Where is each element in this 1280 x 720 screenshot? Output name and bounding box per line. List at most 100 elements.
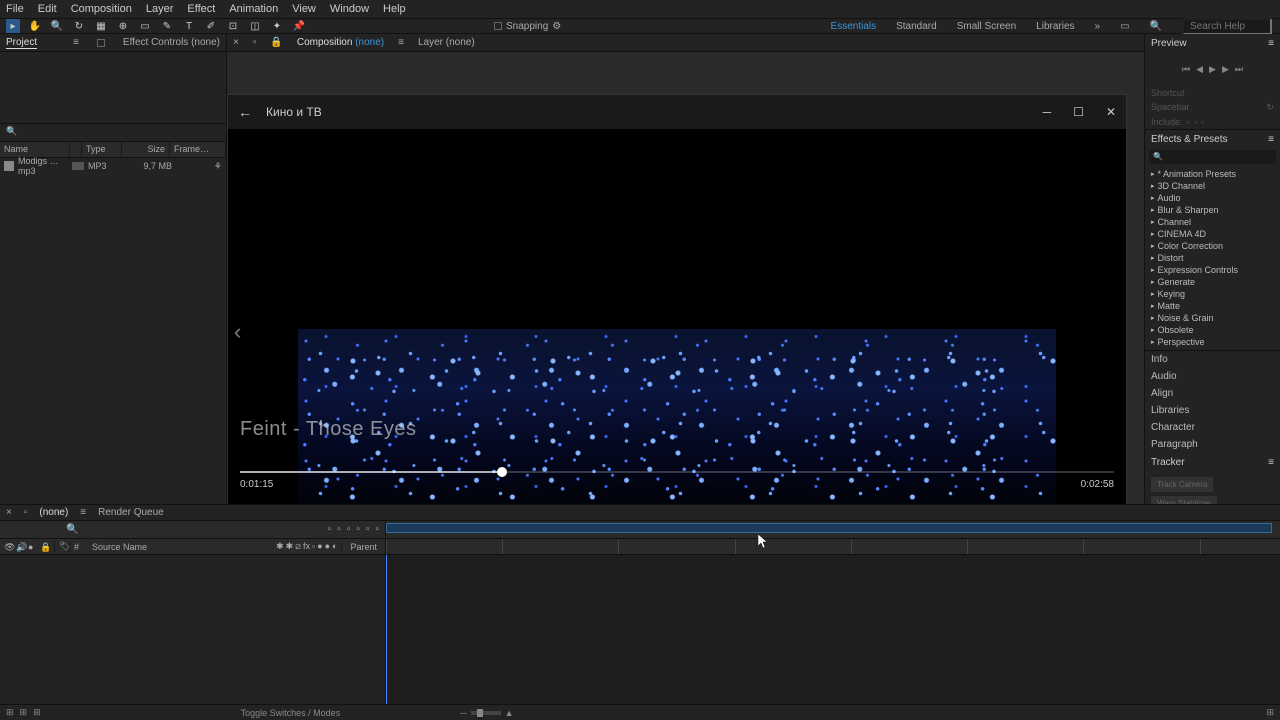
tracker-panel-menu-icon[interactable]: ≡ — [1268, 457, 1274, 468]
preview-panel-title[interactable]: Preview — [1151, 38, 1187, 49]
tl-opt5-icon[interactable]: ▫ — [366, 524, 370, 535]
snapping-options-icon[interactable]: ⚙ — [552, 21, 561, 32]
col-name[interactable]: Name — [0, 142, 70, 157]
menu-animation[interactable]: Animation — [229, 3, 278, 15]
category-audio[interactable]: Audio — [1145, 192, 1280, 204]
next-frame-icon[interactable]: ▶ — [1222, 64, 1229, 75]
menu-help[interactable]: Help — [383, 3, 406, 15]
category-perspective[interactable]: Perspective — [1145, 336, 1280, 348]
category-blur-sharpen[interactable]: Blur & Sharpen — [1145, 204, 1280, 216]
pen-tool-icon[interactable]: ✎ — [160, 19, 174, 33]
category-animation-presets[interactable]: * Animation Presets — [1145, 168, 1280, 180]
clone-tool-icon[interactable]: ⊡ — [226, 19, 240, 33]
tl-opt6-icon[interactable]: ▫ — [375, 524, 379, 535]
category-noise-grain[interactable]: Noise & Grain — [1145, 312, 1280, 324]
reset-icon[interactable]: ↻ — [1266, 102, 1274, 113]
footer-right-icon[interactable]: ⊞ — [1266, 707, 1274, 718]
rotate-tool-icon[interactable]: ↻ — [72, 19, 86, 33]
switch2-icon[interactable]: ✱ — [286, 541, 294, 552]
menu-layer[interactable]: Layer — [146, 3, 174, 15]
category-obsolete[interactable]: Obsolete — [1145, 324, 1280, 336]
timeline-layer-list[interactable] — [0, 555, 386, 704]
puppet-tool-icon[interactable]: 📌 — [292, 19, 306, 33]
previous-track-arrow[interactable]: ‹ — [234, 319, 241, 345]
preview-panel-menu-icon[interactable]: ≡ — [1268, 38, 1274, 49]
progress-bar[interactable] — [240, 471, 1114, 473]
menu-window[interactable]: Window — [330, 3, 369, 15]
timeline-none-tab[interactable]: (none) — [39, 507, 68, 518]
effects-panel-menu-icon[interactable]: ≡ — [1268, 134, 1274, 145]
selection-tool-icon[interactable]: ▸ — [6, 19, 20, 33]
character-panel-tab[interactable]: Character — [1145, 419, 1280, 436]
timeline-navigator[interactable] — [386, 523, 1272, 533]
tl-opt4-icon[interactable]: ▫ — [356, 524, 360, 535]
text-tool-icon[interactable]: T — [182, 19, 196, 33]
zoom-in-icon[interactable]: ▲ — [505, 708, 514, 718]
minimize-button[interactable]: ─ — [1043, 105, 1052, 119]
snapping-checkbox-icon[interactable] — [494, 22, 502, 30]
first-frame-icon[interactable]: ⏮ — [1182, 64, 1190, 75]
col-label-icon[interactable] — [70, 142, 82, 157]
audio-panel-tab[interactable]: Audio — [1145, 368, 1280, 385]
brush-tool-icon[interactable]: ✐ — [204, 19, 218, 33]
audio-column-icon[interactable]: 🔊 — [16, 542, 26, 552]
shape-tool-icon[interactable]: ▭ — [138, 19, 152, 33]
category-generate[interactable]: Generate — [1145, 276, 1280, 288]
switch1-icon[interactable]: ✱ — [276, 541, 284, 552]
include-opt3-icon[interactable]: ▫ — [1201, 117, 1204, 127]
search-help-input[interactable] — [1182, 18, 1272, 35]
pan-behind-tool-icon[interactable]: ⊕ — [116, 19, 130, 33]
info-panel-tab[interactable]: Info — [1145, 351, 1280, 368]
footer-icon2[interactable]: ⊞ — [20, 707, 28, 718]
effects-search[interactable]: 🔍 — [1149, 150, 1276, 164]
player-titlebar[interactable]: ← Кино и ТВ ─ ☐ ✕ — [228, 95, 1126, 129]
project-file-row[interactable]: Modigs …mp3 MP3 9,7 MB ⚘ — [0, 158, 226, 174]
prev-frame-icon[interactable]: ◀ — [1196, 64, 1203, 75]
track-camera-button[interactable]: Track Camera — [1151, 477, 1213, 492]
project-tab[interactable]: Project — [6, 37, 37, 49]
tl-opt2-icon[interactable]: ▫ — [337, 524, 341, 535]
category-channel[interactable]: Channel — [1145, 216, 1280, 228]
close-button[interactable]: ✕ — [1106, 105, 1116, 119]
toggle-switches-modes[interactable]: Toggle Switches / Modes — [241, 708, 341, 718]
switch4-icon[interactable]: fx — [303, 541, 310, 552]
paragraph-panel-tab[interactable]: Paragraph — [1145, 436, 1280, 453]
roto-tool-icon[interactable]: ✦ — [270, 19, 284, 33]
menu-file[interactable]: File — [6, 3, 24, 15]
col-frame[interactable]: Frame… — [170, 142, 226, 157]
footer-icon3[interactable]: ⊞ — [33, 707, 41, 718]
col-size[interactable]: Size — [122, 142, 170, 157]
switch6-icon[interactable]: ● — [317, 541, 322, 552]
menu-view[interactable]: View — [292, 3, 316, 15]
footer-icon1[interactable]: ⊞ — [6, 707, 14, 718]
hand-tool-icon[interactable]: ✋ — [28, 19, 42, 33]
category-cinema4d[interactable]: CINEMA 4D — [1145, 228, 1280, 240]
comp-tab-close-icon[interactable]: × — [233, 37, 239, 48]
switch7-icon[interactable]: ● — [325, 541, 330, 552]
menu-effect[interactable]: Effect — [187, 3, 215, 15]
eye-column-icon[interactable]: 👁 — [4, 542, 14, 552]
timeline-track-area[interactable] — [386, 555, 1280, 704]
workspace-libraries[interactable]: Libraries — [1036, 21, 1074, 32]
zoom-tool-icon[interactable]: 🔍 — [50, 19, 64, 33]
timeline-menu-icon[interactable]: ≡ — [80, 507, 86, 518]
col-type[interactable]: Type — [82, 142, 122, 157]
label-column-icon[interactable]: 🏷 — [54, 541, 70, 552]
workspace-essentials[interactable]: Essentials — [831, 21, 877, 32]
effects-presets-title[interactable]: Effects & Presets — [1151, 134, 1228, 145]
switch8-icon[interactable]: ◐ — [332, 541, 337, 552]
menu-composition[interactable]: Composition — [71, 3, 132, 15]
effect-controls-tab[interactable]: Effect Controls (none) — [123, 37, 220, 48]
category-color-correction[interactable]: Color Correction — [1145, 240, 1280, 252]
comp-panel-menu-icon[interactable]: ≡ — [398, 37, 404, 48]
switch5-icon[interactable]: ▫ — [312, 541, 315, 552]
category-3d-channel[interactable]: 3D Channel — [1145, 180, 1280, 192]
libraries-panel-tab[interactable]: Libraries — [1145, 402, 1280, 419]
maximize-button[interactable]: ☐ — [1073, 105, 1084, 119]
render-queue-tab[interactable]: Render Queue — [98, 507, 164, 518]
timeline-search-icon[interactable]: 🔍 — [66, 524, 78, 535]
play-icon[interactable]: ▶ — [1209, 64, 1216, 75]
playhead[interactable] — [386, 555, 387, 704]
align-panel-tab[interactable]: Align — [1145, 385, 1280, 402]
workspace-screen-icon[interactable]: ▭ — [1120, 21, 1129, 32]
